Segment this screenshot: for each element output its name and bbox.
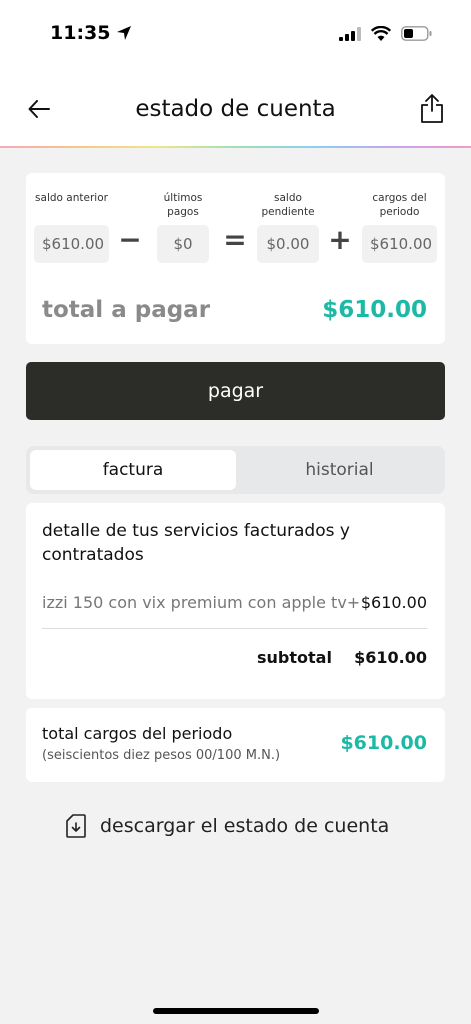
previous-balance-label: saldo anterior [35,192,108,204]
location-arrow-icon [117,26,132,40]
status-bar: 11:35 [0,0,471,70]
status-icons [339,26,433,41]
subtotal-label: subtotal [257,648,332,667]
total-charges-value: $610.00 [340,732,427,754]
previous-balance: saldo anterior $610.00 [34,191,109,263]
status-time: 11:35 [50,22,132,44]
pending-balance-value: $0.00 [257,225,319,263]
billing-detail-card: detalle de tus servicios facturados y co… [26,503,445,699]
total-charges-card: total cargos del periodo (seiscientos di… [26,708,445,782]
account-summary-card: saldo anterior $610.00 − últimos pagos $… [26,173,445,344]
tab-bar: factura historial [26,446,445,494]
download-document-icon [66,814,86,838]
previous-balance-value: $610.00 [34,225,109,263]
last-payments-label: últimos pagos [163,192,203,218]
subtotal-value: $610.00 [354,648,427,667]
tab-factura[interactable]: factura [30,450,236,490]
detail-title: detalle de tus servicios facturados y co… [42,521,350,565]
wifi-icon [371,26,391,41]
minus-operator: − [118,223,142,256]
total-due-label: total a pagar [42,297,211,323]
download-statement-link[interactable]: descargar el estado de cuenta [66,814,389,838]
service-price: $610.00 [360,593,427,612]
plus-operator: + [328,223,352,256]
home-indicator[interactable] [153,1008,319,1014]
last-payments: últimos pagos $0 [157,191,209,263]
time-text: 11:35 [50,22,111,44]
page-title: estado de cuenta [135,96,336,122]
pending-balance-label: saldo pendiente [261,192,315,218]
period-charges-label: cargos del periodo [372,192,427,218]
total-due-value: $610.00 [322,297,427,323]
signal-icon [339,26,361,41]
header-divider [0,146,471,148]
equals-operator: = [223,223,247,256]
period-charges-value: $610.00 [362,225,437,263]
battery-icon [401,26,432,41]
service-name: izzi 150 con vix premium con apple tv+ [42,593,361,612]
last-payments-value: $0 [157,225,209,263]
pending-balance: saldo pendiente $0.00 [257,191,319,263]
share-button[interactable] [417,90,447,126]
tab-historial[interactable]: historial [238,450,441,490]
pay-button[interactable]: pagar [26,362,445,420]
total-charges-words: (seiscientos diez pesos 00/100 M.N.) [42,748,281,763]
total-charges-label: total cargos del periodo [42,724,233,743]
download-statement-label: descargar el estado de cuenta [100,815,390,837]
share-icon [421,94,443,123]
detail-divider [42,628,427,629]
period-charges: cargos del periodo $610.00 [362,191,437,263]
header: estado de cuenta [0,70,471,146]
